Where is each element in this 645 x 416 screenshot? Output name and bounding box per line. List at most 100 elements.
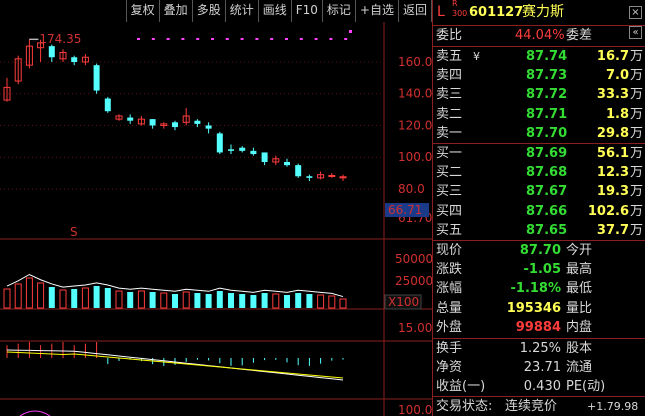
trade-status-row: 交易状态: 连续竞价 +1.79.98 <box>433 397 645 416</box>
stock-name: 赛力斯 <box>522 4 564 20</box>
ask-price: 87.74 <box>526 49 568 64</box>
volume-bar <box>59 289 67 309</box>
volume-bar <box>182 291 190 309</box>
macd-axis-label: 15.00 <box>398 321 432 335</box>
stat-label: 现价 <box>436 243 463 258</box>
weicha-label: 委差 <box>566 28 593 43</box>
ask-row[interactable]: 卖四 87.73 7.0 万 <box>433 66 645 85</box>
ask-volume: 7.0 <box>605 68 629 84</box>
bid-label: 买四 <box>436 203 463 219</box>
ask-row[interactable]: 卖三 87.72 33.3 万 <box>433 85 645 104</box>
current-price-tag: 66.71 <box>388 203 422 217</box>
overlay-button[interactable]: 叠加 <box>158 0 192 22</box>
stat-label-2: 最低 <box>566 281 593 297</box>
bid-price: 87.65 <box>526 222 568 238</box>
candle-body <box>328 174 336 177</box>
tag-r: R <box>452 0 458 8</box>
f10-button[interactable]: F10 <box>290 0 322 22</box>
bid-row[interactable]: 买三 87.67 19.3 万 <box>433 182 645 201</box>
stat-label: 外盘 <box>436 319 463 335</box>
bid-label: 买一 <box>436 146 463 161</box>
trade-status-value: 连续竞价 <box>505 399 558 414</box>
volume-bar <box>328 295 336 309</box>
mark-button[interactable]: 标记 <box>321 0 355 22</box>
stat2-row[interactable]: 收益(一) 0.430 PE(动) <box>433 377 645 396</box>
volume-bar <box>127 292 134 308</box>
signal-dot <box>196 38 200 40</box>
signal-dot <box>270 38 274 40</box>
add-favorite-button[interactable]: +自选 <box>354 0 398 22</box>
ask-volume: 1.8 <box>605 106 629 122</box>
volume-axis-label: 50000 <box>395 252 432 266</box>
volume-bar <box>284 295 290 308</box>
weibi-row: 委比 44.04% 委差 <box>433 26 645 45</box>
stat-value: 99884 <box>515 319 561 335</box>
signal-dot <box>299 38 303 40</box>
volume-bar <box>295 293 302 308</box>
ask-row[interactable]: 卖一 87.70 29.8 万 <box>433 124 645 143</box>
bid-row[interactable]: 买五 87.65 37.7 万 <box>433 221 645 240</box>
bid-row[interactable]: 买四 87.66 102.6 万 <box>433 202 645 221</box>
stat-row[interactable]: 外盘 99884 内盘 <box>433 318 645 337</box>
multi-stock-button[interactable]: 多股 <box>191 0 225 22</box>
back-button[interactable]: 返回 <box>397 0 432 22</box>
stat2-label-2: 股本 <box>566 341 593 356</box>
stat-row[interactable]: 涨跌 -1.05 最高 <box>433 260 645 279</box>
ask-label: 卖四 <box>436 68 463 84</box>
signal-dot <box>240 38 244 40</box>
candle-body <box>104 98 111 112</box>
stat2-row[interactable]: 净资 23.71 流通 <box>433 358 645 377</box>
ask-volume: 29.8 <box>596 125 629 141</box>
bid-unit: 万 <box>630 203 644 219</box>
ask-row[interactable]: 卖五 ¥87.74 16.7 万 <box>433 47 645 66</box>
ask-row[interactable]: 卖二 87.71 1.8 万 <box>433 105 645 124</box>
bid-label: 买二 <box>436 165 463 181</box>
candle-body <box>48 46 55 58</box>
statistics-button[interactable]: 统计 <box>224 0 258 22</box>
candle-body <box>250 150 257 155</box>
draw-line-button[interactable]: 画线 <box>257 0 291 22</box>
bottom-axis-label: 100.00 <box>398 403 432 416</box>
bid-unit: 万 <box>630 146 644 161</box>
volume-bar <box>81 287 89 309</box>
stat-value: -1.18% <box>510 281 562 297</box>
ask-label: 卖一 <box>436 125 463 141</box>
candle-body <box>205 125 212 129</box>
signal-dot <box>255 38 259 40</box>
ask-unit: 万 <box>630 125 644 141</box>
weibi-value: 44.04% <box>515 28 565 43</box>
signal-dot <box>181 38 185 40</box>
kline-chart-svg[interactable]: 160.0140.0120.0100.080.061.7066.71174.35… <box>0 22 432 416</box>
stat-row[interactable]: 涨幅 -1.18% 最低 <box>433 279 645 298</box>
bid-price: 87.69 <box>526 146 568 161</box>
chart-toolbar: 复权 叠加 多股 统计 画线 F10 标记 +自选 返回 <box>0 0 432 22</box>
kline-chart-area[interactable]: 160.0 140.0 120.0 100.0 80.0 61.70 66.71 174.35… <box>0 22 432 416</box>
stat2-row[interactable]: 换手 1.25% 股本 <box>433 339 645 358</box>
ask-unit: 万 <box>630 87 644 103</box>
candle-body <box>284 161 290 166</box>
trade-status-extra: +1.79.98 <box>587 400 639 413</box>
volume-bar <box>115 290 123 309</box>
bid-row[interactable]: 买一 87.69 56.1 万 <box>433 144 645 163</box>
ask-volume: 16.7 <box>596 49 629 64</box>
candle-body <box>228 149 234 151</box>
bid-row[interactable]: 买二 87.68 12.3 万 <box>433 163 645 182</box>
sell-marker: S <box>70 225 78 239</box>
stat-row[interactable]: 现价 87.70 今开 <box>433 241 645 260</box>
ask-volume: 33.3 <box>596 87 629 103</box>
bid-volume: 19.3 <box>596 184 629 200</box>
stat-row[interactable]: 总量 195346 量比 <box>433 299 645 318</box>
stock-header: L R 300 601127 赛力斯 <box>433 0 645 23</box>
fuquan-button[interactable]: 复权 <box>125 0 159 22</box>
volume-bar <box>160 292 168 309</box>
price-axis-label: 120.0 <box>398 118 432 132</box>
close-icon[interactable]: × <box>629 6 642 19</box>
bid-unit: 万 <box>630 184 644 200</box>
volume-bar <box>149 292 156 308</box>
stat2-value: 0.430 <box>523 379 561 394</box>
stat2-label: 净资 <box>436 360 463 375</box>
bid-label: 买五 <box>436 222 463 238</box>
candle-body <box>172 122 178 128</box>
price-axis-label: 160.0 <box>398 55 432 69</box>
volume-bar <box>48 287 55 308</box>
